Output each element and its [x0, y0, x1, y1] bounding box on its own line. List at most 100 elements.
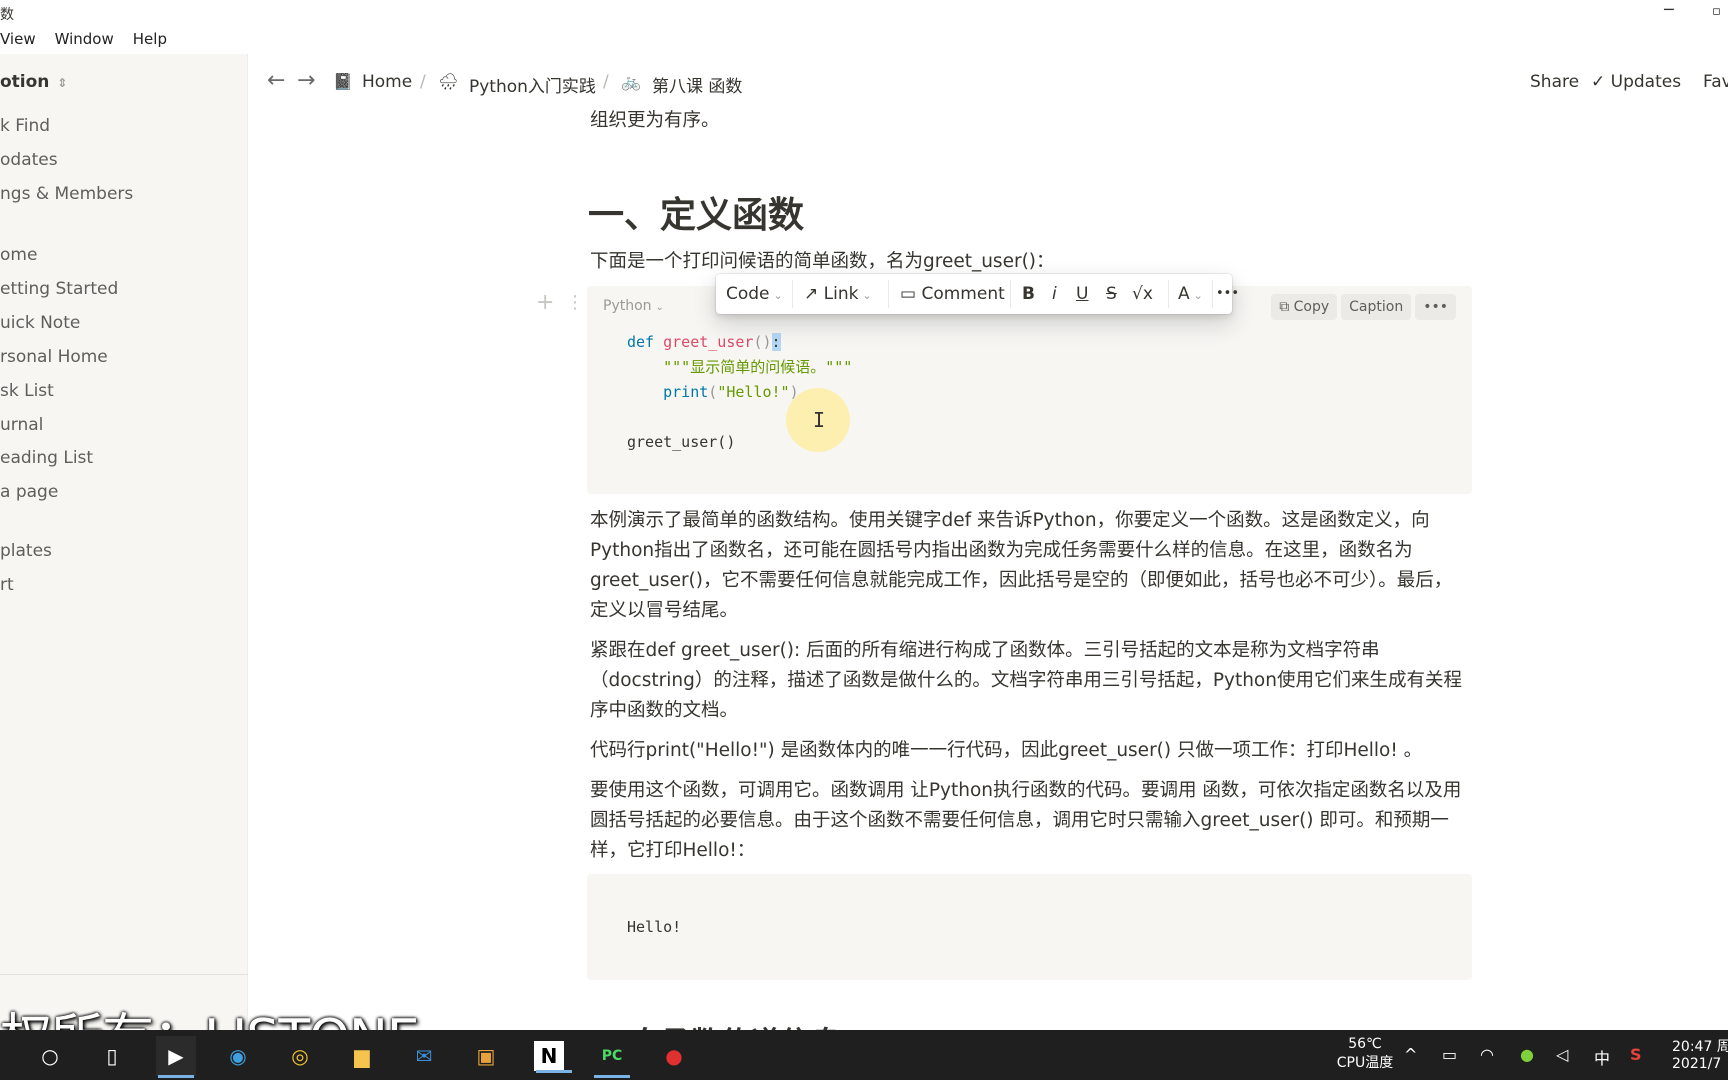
comment-icon: ▭: [900, 284, 922, 304]
menu-window[interactable]: Window: [55, 30, 114, 54]
toolbar-link-button[interactable]: ↗ Link ⌄: [804, 284, 872, 304]
underline-button[interactable]: U: [1076, 284, 1088, 304]
menu-help[interactable]: Help: [133, 30, 167, 54]
sidebar-add-page[interactable]: a page: [0, 482, 58, 502]
toolbar-more-button[interactable]: •••: [1216, 286, 1239, 301]
code-block[interactable]: Python ⌄ ⧉ Copy Caption ••• def greet_use…: [587, 286, 1472, 494]
chevron-up-icon[interactable]: ^: [1404, 1045, 1417, 1064]
breadcrumb-python[interactable]: Python入门实践: [469, 72, 596, 97]
pycharm-icon[interactable]: PC: [592, 1036, 632, 1078]
sidebar-page-task-list[interactable]: sk List: [0, 381, 54, 401]
ime-indicator[interactable]: 中: [1594, 1045, 1610, 1069]
toolbar-divider: [1212, 280, 1213, 308]
code-function-name: greet_user: [663, 333, 754, 351]
sidebar-import[interactable]: rt: [0, 575, 14, 595]
paragraph-3[interactable]: 代码行print("Hello!") 是函数体内的唯一一行代码，因此greet_…: [590, 736, 1470, 766]
copy-label: Copy: [1293, 299, 1330, 315]
terminal-icon[interactable]: ▶: [156, 1036, 196, 1078]
strikethrough-button[interactable]: S: [1106, 284, 1117, 304]
output-content[interactable]: Hello!: [627, 918, 681, 936]
store-icon[interactable]: ▣: [466, 1036, 506, 1076]
volume-icon[interactable]: ◁: [1556, 1045, 1568, 1064]
italic-button[interactable]: i: [1052, 284, 1057, 304]
chevron-down-icon: ⌄: [655, 302, 664, 313]
minimize-button[interactable]: ─: [1664, 0, 1674, 19]
sidebar-templates[interactable]: plates: [0, 541, 52, 561]
output-code-block[interactable]: Hello!: [587, 874, 1472, 980]
menu-bar: View Window Help: [0, 30, 167, 54]
paragraph-4[interactable]: 要使用这个函数，可调用它。函数调用 让Python执行函数的代码。要调用 函数，…: [590, 776, 1470, 866]
toolbar-link-label: Link: [823, 284, 859, 304]
breadcrumb-separator: /: [603, 72, 609, 92]
chrome-browser-icon[interactable]: ◎: [280, 1036, 320, 1076]
breadcrumb-separator: /: [420, 72, 426, 92]
caption-button[interactable]: Caption: [1341, 294, 1412, 320]
temperature-value: 56℃: [1348, 1036, 1382, 1052]
toolbar-divider: [888, 280, 889, 308]
copy-code-button[interactable]: ⧉ Copy: [1271, 294, 1338, 320]
search-icon[interactable]: ○: [30, 1036, 70, 1076]
breadcrumb-home[interactable]: Home: [362, 72, 412, 92]
format-toolbar: Code ⌄ ↗ Link ⌄ ▭ Comment B i U S √x A ⌄ ••…: [716, 274, 1239, 314]
menu-view[interactable]: View: [0, 30, 36, 54]
window-titlebar: 数 ─ ▫: [0, 0, 1728, 24]
network-icon[interactable]: ◠: [1480, 1045, 1494, 1064]
math-button[interactable]: √x: [1132, 284, 1153, 304]
clock-date: 2021/7: [1672, 1056, 1722, 1072]
sidebar-page-journal[interactable]: urnal: [0, 415, 43, 435]
chevron-down-icon: ⌄: [773, 289, 783, 302]
text-color-button[interactable]: A ⌄: [1178, 284, 1203, 304]
code-more-button[interactable]: •••: [1415, 294, 1456, 320]
mail-icon[interactable]: ✉: [404, 1036, 444, 1076]
chevron-down-icon: ⌄: [862, 289, 872, 302]
edge-browser-icon[interactable]: ◉: [218, 1036, 258, 1076]
sidebar-updates[interactable]: odates: [0, 150, 58, 170]
sidebar: otion ⇕ k Find odates ngs & Members ome e…: [0, 54, 248, 1030]
recorder-icon[interactable]: ●: [654, 1036, 694, 1076]
restore-button[interactable]: ▫: [1712, 4, 1721, 19]
file-explorer-icon[interactable]: ▆: [342, 1036, 382, 1076]
code-call: greet_user(): [627, 433, 736, 451]
paragraph-2[interactable]: 紧跟在def greet_user(): 后面的所有缩进行构成了函数体。三引号括…: [590, 636, 1470, 726]
sidebar-page-getting-started[interactable]: etting Started: [0, 279, 118, 299]
add-block-icon[interactable]: +: [536, 290, 554, 315]
workspace-name: otion: [0, 72, 50, 92]
back-arrow-icon[interactable]: ←: [267, 68, 285, 93]
bold-button[interactable]: B: [1022, 284, 1035, 304]
task-view-icon[interactable]: ▯: [92, 1036, 132, 1076]
updates-button[interactable]: ✓ Updates: [1591, 72, 1681, 92]
clock[interactable]: 20:47 周 2021/7: [1672, 1036, 1728, 1080]
share-button[interactable]: Share: [1530, 72, 1579, 92]
app-tray-icon[interactable]: ●: [1520, 1045, 1534, 1064]
forward-arrow-icon[interactable]: →: [297, 68, 315, 93]
notion-app-icon[interactable]: N: [534, 1041, 572, 1073]
code-language-select[interactable]: Python ⌄: [603, 298, 664, 314]
code-selection: :: [771, 333, 781, 351]
heading-define-function[interactable]: 一、定义函数: [588, 186, 804, 238]
home-page-icon: 📓: [333, 72, 353, 91]
favorite-button[interactable]: Fav: [1703, 72, 1728, 92]
updates-label: Updates: [1610, 72, 1682, 92]
breadcrumb-current-page[interactable]: 第八课 函数: [652, 72, 742, 97]
sidebar-quick-find[interactable]: k Find: [0, 116, 50, 136]
sidebar-page-quick-note[interactable]: uick Note: [0, 313, 80, 333]
toolbar-code-button[interactable]: Code ⌄: [726, 284, 783, 304]
sidebar-page-personal-home[interactable]: rsonal Home: [0, 347, 108, 367]
toolbar-divider: [1168, 280, 1169, 308]
toolbar-divider: [792, 280, 793, 308]
intro-paragraph-tail[interactable]: 组织更为有序。: [590, 106, 720, 136]
toolbar-comment-button[interactable]: ▭ Comment: [900, 284, 1005, 304]
lead-paragraph[interactable]: 下面是一个打印问候语的简单函数，名为greet_user()：: [590, 247, 1055, 277]
sidebar-page-home[interactable]: ome: [0, 245, 37, 265]
chevron-down-icon: ⌄: [1193, 289, 1203, 302]
temperature-label: CPU温度: [1336, 1055, 1394, 1071]
paragraph-1[interactable]: 本例演示了最简单的函数结构。使用关键字def 来告诉Python，你要定义一个函…: [590, 506, 1470, 626]
code-string: "Hello!": [717, 383, 790, 401]
sogou-input-icon[interactable]: S: [1630, 1045, 1642, 1064]
sidebar-page-reading-list[interactable]: eading List: [0, 448, 93, 468]
sidebar-settings-members[interactable]: ngs & Members: [0, 184, 133, 204]
battery-icon[interactable]: ▭: [1442, 1045, 1457, 1064]
workspace-switcher[interactable]: otion ⇕: [0, 72, 67, 92]
page-topbar: ← → 📓 Home / 🌧 Python入门实践 / 🚲 第八课 函数 Sha…: [249, 60, 1728, 106]
code-actions: ⧉ Copy Caption •••: [1271, 294, 1456, 320]
